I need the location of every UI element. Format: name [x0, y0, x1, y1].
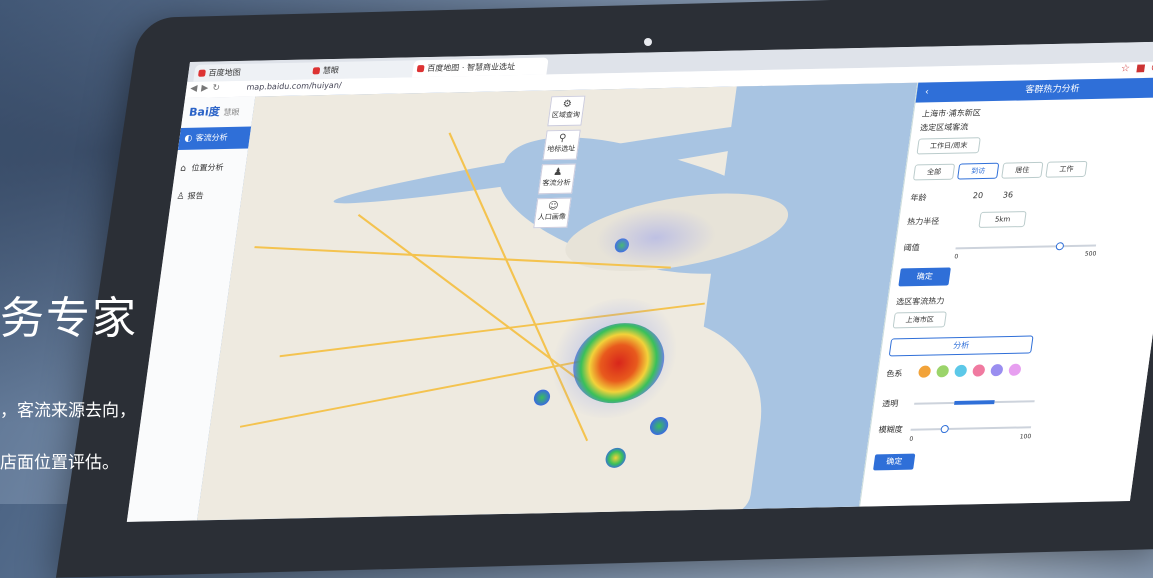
radius-select[interactable]: 5km [978, 211, 1027, 228]
tab-favicon-icon [312, 67, 321, 75]
camera-icon [644, 38, 652, 46]
filter-home[interactable]: 居住 [1001, 161, 1044, 179]
extension-icon[interactable]: ■ [1135, 63, 1146, 74]
baidu-logo: Bai度 慧眼 [188, 105, 241, 119]
map-view[interactable]: ⚙ 区域查询 ⚲ 地标选址 ♟ 客流分析 ☺ 人口画像 [197, 82, 918, 521]
color-swatch[interactable] [1008, 363, 1022, 376]
hero-line-2: 店面位置评估。 [0, 453, 119, 473]
age-to[interactable]: 36 [1002, 190, 1013, 199]
confirm-button[interactable]: 确定 [898, 267, 951, 287]
filter-work[interactable]: 工作 [1045, 160, 1088, 178]
slider-knob[interactable] [1055, 242, 1065, 251]
location-icon: ⌂ [179, 163, 187, 174]
nav-item-location[interactable]: ⌂ 位置分析 [174, 157, 247, 180]
location-line: 上海市·浦东新区 [921, 108, 982, 119]
threshold-max: 500 [1084, 250, 1097, 258]
bottom-confirm-button[interactable]: 确定 [873, 453, 916, 471]
slider-knob[interactable] [940, 424, 950, 434]
map-tool-flow[interactable]: ♟ 客流分析 [537, 163, 577, 195]
hero-headline: 务专家 [0, 293, 138, 344]
star-icon[interactable]: ☆ [1120, 63, 1131, 74]
browser-extension-icons[interactable]: ☆ ■ ⏻ [1114, 63, 1153, 75]
section-label: 选区客流热力 [895, 296, 945, 307]
map-tool-portrait[interactable]: ☺ 人口画像 [533, 197, 572, 229]
laptop-screen: 百度地图 慧眼 百度地图 · 智慧商业选址 ◀▶↻ map.baidu.com/… [126, 41, 1153, 522]
age-from[interactable]: 20 [972, 191, 983, 200]
tab-favicon-icon [197, 69, 206, 77]
blur-max: 100 [1019, 433, 1032, 441]
slider-fill [954, 400, 995, 405]
app-area: Bai度 慧眼 ◐ 客流分析 ⌂ 位置分析 ♙ 报告 ⚙ 区域查询 ⚲ 地标选址… [126, 77, 1153, 522]
threshold-label: 阈值 [902, 243, 921, 253]
threshold-min: 0 [953, 253, 959, 261]
threshold-slider[interactable] [955, 242, 1097, 251]
url-text: map.baidu.com/huiyan/ [245, 80, 343, 92]
color-swatch[interactable] [989, 364, 1004, 377]
location-subline: 选定区域客流 [919, 122, 969, 133]
blur-label: 模糊度 [877, 424, 904, 435]
nav-item-flow[interactable]: ◐ 客流分析 [177, 126, 252, 150]
map-tool-area[interactable]: ⚙ 区域查询 [547, 95, 586, 127]
nav-item-report[interactable]: ♙ 报告 [170, 185, 243, 208]
color-swatch[interactable] [935, 365, 950, 378]
analyze-button[interactable]: 分析 [888, 335, 1034, 357]
color-swatch[interactable] [917, 365, 932, 378]
section-chip[interactable]: 上海市区 [892, 311, 947, 329]
people-icon: ♟ [552, 166, 564, 179]
blur-slider[interactable] [910, 424, 1032, 434]
age-label: 年龄 [909, 193, 928, 203]
gear-icon: ⚙ [561, 98, 573, 111]
day-type-chip[interactable]: 工作日/周末 [916, 137, 981, 155]
back-forward-refresh-icons[interactable]: ◀▶↻ [190, 83, 225, 94]
flow-icon: ◐ [183, 133, 194, 144]
color-swatch[interactable] [953, 364, 968, 378]
back-chevron-icon[interactable]: ‹ [924, 82, 930, 102]
color-label: 色系 [885, 369, 903, 379]
filter-all[interactable]: 全部 [912, 163, 956, 181]
blur-min: 0 [908, 435, 914, 443]
person-icon: ♙ [175, 191, 186, 202]
opacity-slider[interactable] [914, 400, 1035, 405]
filter-visit[interactable]: 到访 [957, 162, 1000, 180]
map-tool-site[interactable]: ⚲ 地标选址 [542, 129, 581, 161]
radius-label: 热力半径 [906, 216, 940, 227]
opacity-label: 透明 [881, 399, 899, 409]
hero-line-1: ，客流来源去向， [0, 401, 136, 421]
group-icon: ☺ [547, 200, 560, 213]
color-swatch[interactable] [971, 364, 986, 377]
pin-icon: ⚲ [558, 132, 567, 145]
tab-favicon-icon [416, 65, 425, 73]
